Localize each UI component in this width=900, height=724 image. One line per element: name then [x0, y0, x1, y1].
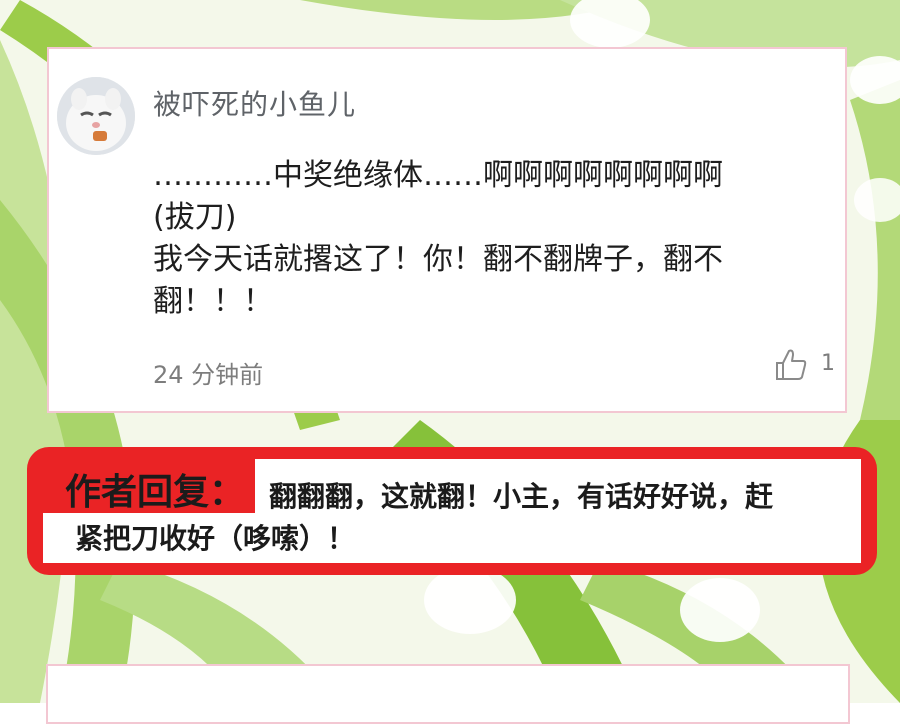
author-reply-text-line: 翻翻翻，这就翻！小主，有话好好说，赶 — [269, 480, 774, 513]
comment-line: (拔刀) — [153, 200, 237, 235]
comment-card: 被吓死的小鱼儿 …………中奖绝缘体……啊啊啊啊啊啊啊啊 (拔刀) 我今天话就撂这… — [47, 47, 847, 413]
comment-text: …………中奖绝缘体……啊啊啊啊啊啊啊啊 (拔刀) 我今天话就撂这了！你！翻不翻牌… — [153, 155, 813, 323]
author-reply-inner: 作者回复： 翻翻翻，这就翻！小主，有话好好说，赶 紧把刀收好（哆嗦）！ — [43, 459, 861, 563]
author-reply-box: 作者回复： 翻翻翻，这就翻！小主，有话好好说，赶 紧把刀收好（哆嗦）！ — [27, 447, 877, 575]
comment-line: 翻！！！ — [153, 284, 273, 319]
comment-line: …………中奖绝缘体……啊啊啊啊啊啊啊啊 — [153, 158, 723, 193]
cat-avatar-icon[interactable] — [57, 77, 135, 155]
comment-username[interactable]: 被吓死的小鱼儿 — [153, 83, 356, 123]
comment-line: 我今天话就撂这了！你！翻不翻牌子，翻不 — [153, 242, 723, 277]
author-reply-text-line: 紧把刀收好（哆嗦）！ — [75, 522, 356, 555]
thumbs-up-icon[interactable] — [771, 345, 811, 385]
author-reply-label: 作者回复： — [65, 472, 246, 513]
next-comment-card — [46, 664, 850, 724]
comment-timestamp: 24 分钟前 — [153, 361, 264, 389]
like-count: 1 — [821, 351, 835, 376]
